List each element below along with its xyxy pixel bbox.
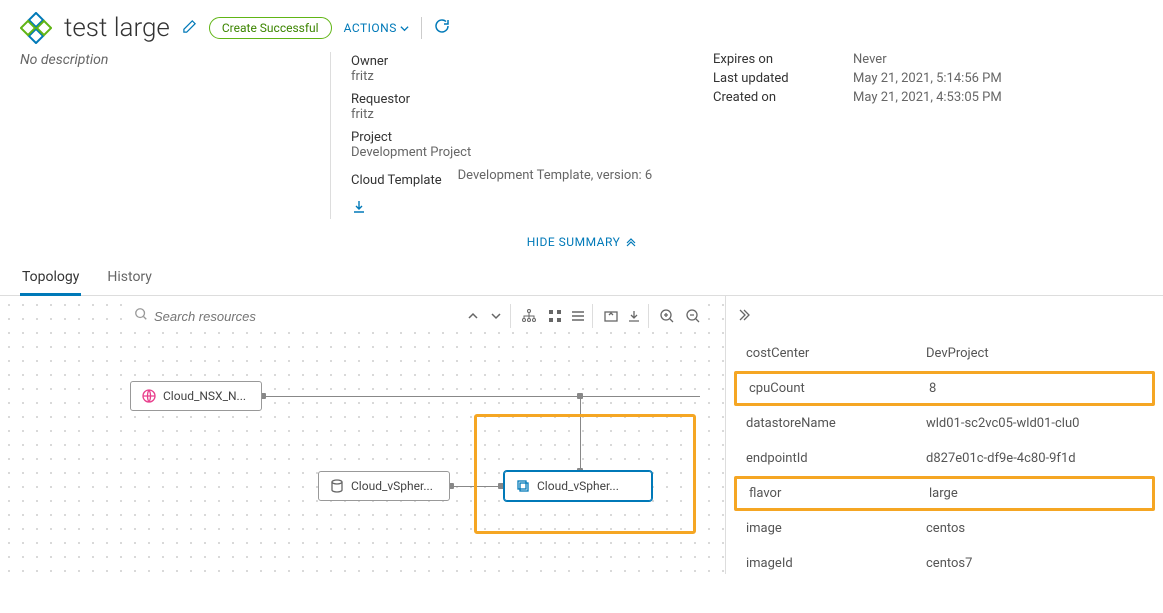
tab-history[interactable]: History bbox=[105, 261, 154, 295]
actions-menu[interactable]: ACTIONS bbox=[344, 21, 409, 35]
updated-value: May 21, 2021, 5:14:56 PM bbox=[853, 71, 1002, 86]
property-row: cpuCount8 bbox=[734, 371, 1155, 406]
property-key: datastoreName bbox=[746, 416, 926, 431]
created-label: Created on bbox=[713, 90, 813, 105]
search-icon bbox=[134, 307, 148, 325]
details-panel: costCenterDevProjectcpuCount8datastoreNa… bbox=[725, 296, 1163, 574]
node-machine[interactable]: Cloud_vSpher... bbox=[504, 471, 652, 501]
refresh-icon[interactable] bbox=[434, 18, 450, 38]
node-nsx[interactable]: Cloud_NSX_N... bbox=[130, 381, 262, 411]
disk-icon bbox=[329, 478, 345, 494]
node-nsx-label: Cloud_NSX_N... bbox=[163, 389, 246, 403]
fit-screen-icon[interactable] bbox=[599, 304, 623, 328]
chevron-down-icon[interactable] bbox=[487, 304, 511, 328]
property-row: endpointIdd827e01c-df9e-4c80-9f1d bbox=[726, 441, 1163, 476]
node-disk-label: Cloud_vSpher... bbox=[351, 479, 433, 493]
topology-canvas[interactable]: Cloud_NSX_N... Cloud_vSpher... Cloud_vSp… bbox=[0, 296, 725, 574]
download-icon[interactable] bbox=[351, 199, 683, 219]
property-key: imageId bbox=[746, 556, 926, 571]
owner-label: Owner bbox=[351, 54, 683, 69]
chevron-up-icon[interactable] bbox=[461, 304, 485, 328]
layout-grid-icon[interactable] bbox=[543, 304, 567, 328]
property-value: wld01-sc2vc05-wld01-clu0 bbox=[926, 416, 1079, 431]
requestor-label: Requestor bbox=[351, 92, 683, 107]
deployment-title: test large bbox=[64, 13, 170, 43]
zoom-in-icon[interactable] bbox=[655, 304, 679, 328]
collapse-panel-icon[interactable] bbox=[726, 306, 1163, 336]
property-value: centos bbox=[926, 521, 965, 536]
property-key: flavor bbox=[749, 486, 929, 501]
property-row: imageIdcentos7 bbox=[726, 546, 1163, 574]
edit-icon[interactable] bbox=[182, 19, 197, 38]
deployment-logo-icon bbox=[20, 12, 52, 44]
expires-label: Expires on bbox=[713, 52, 813, 67]
layout-tree-icon[interactable] bbox=[517, 304, 541, 328]
project-value: Development Project bbox=[351, 145, 683, 160]
download-canvas-icon[interactable] bbox=[625, 304, 649, 328]
property-value: centos7 bbox=[926, 556, 972, 571]
created-value: May 21, 2021, 4:53:05 PM bbox=[853, 90, 1002, 105]
cloud-template-value: Development Template, version: 6 bbox=[458, 168, 653, 183]
hide-summary-toggle[interactable]: HIDE SUMMARY bbox=[0, 229, 1163, 261]
property-value: large bbox=[929, 486, 958, 501]
property-row: datastoreNamewld01-sc2vc05-wld01-clu0 bbox=[726, 406, 1163, 441]
description: No description bbox=[20, 52, 300, 219]
expires-value: Never bbox=[853, 52, 887, 67]
updated-label: Last updated bbox=[713, 71, 813, 86]
tab-topology[interactable]: Topology bbox=[20, 261, 81, 296]
network-icon bbox=[141, 388, 157, 404]
property-key: cpuCount bbox=[749, 381, 929, 396]
zoom-out-icon[interactable] bbox=[681, 304, 705, 328]
requestor-value: fritz bbox=[351, 107, 683, 122]
property-row: costCenterDevProject bbox=[726, 336, 1163, 371]
machine-icon bbox=[515, 478, 531, 494]
search-input[interactable] bbox=[154, 309, 332, 324]
status-badge: Create Successful bbox=[209, 17, 332, 39]
cloud-template-label: Cloud Template bbox=[351, 173, 442, 188]
divider bbox=[421, 17, 422, 39]
property-key: endpointId bbox=[746, 451, 926, 466]
project-label: Project bbox=[351, 130, 683, 145]
owner-value: fritz bbox=[351, 69, 683, 84]
property-value: 8 bbox=[929, 381, 936, 396]
layout-list-icon[interactable] bbox=[569, 304, 593, 328]
property-row: flavorlarge bbox=[734, 476, 1155, 511]
property-row: imagecentos bbox=[726, 511, 1163, 546]
property-key: costCenter bbox=[746, 346, 926, 361]
property-value: DevProject bbox=[926, 346, 989, 361]
node-disk[interactable]: Cloud_vSpher... bbox=[318, 471, 450, 501]
node-machine-label: Cloud_vSpher... bbox=[537, 479, 619, 493]
property-key: image bbox=[746, 521, 926, 536]
property-value: d827e01c-df9e-4c80-9f1d bbox=[926, 451, 1076, 466]
